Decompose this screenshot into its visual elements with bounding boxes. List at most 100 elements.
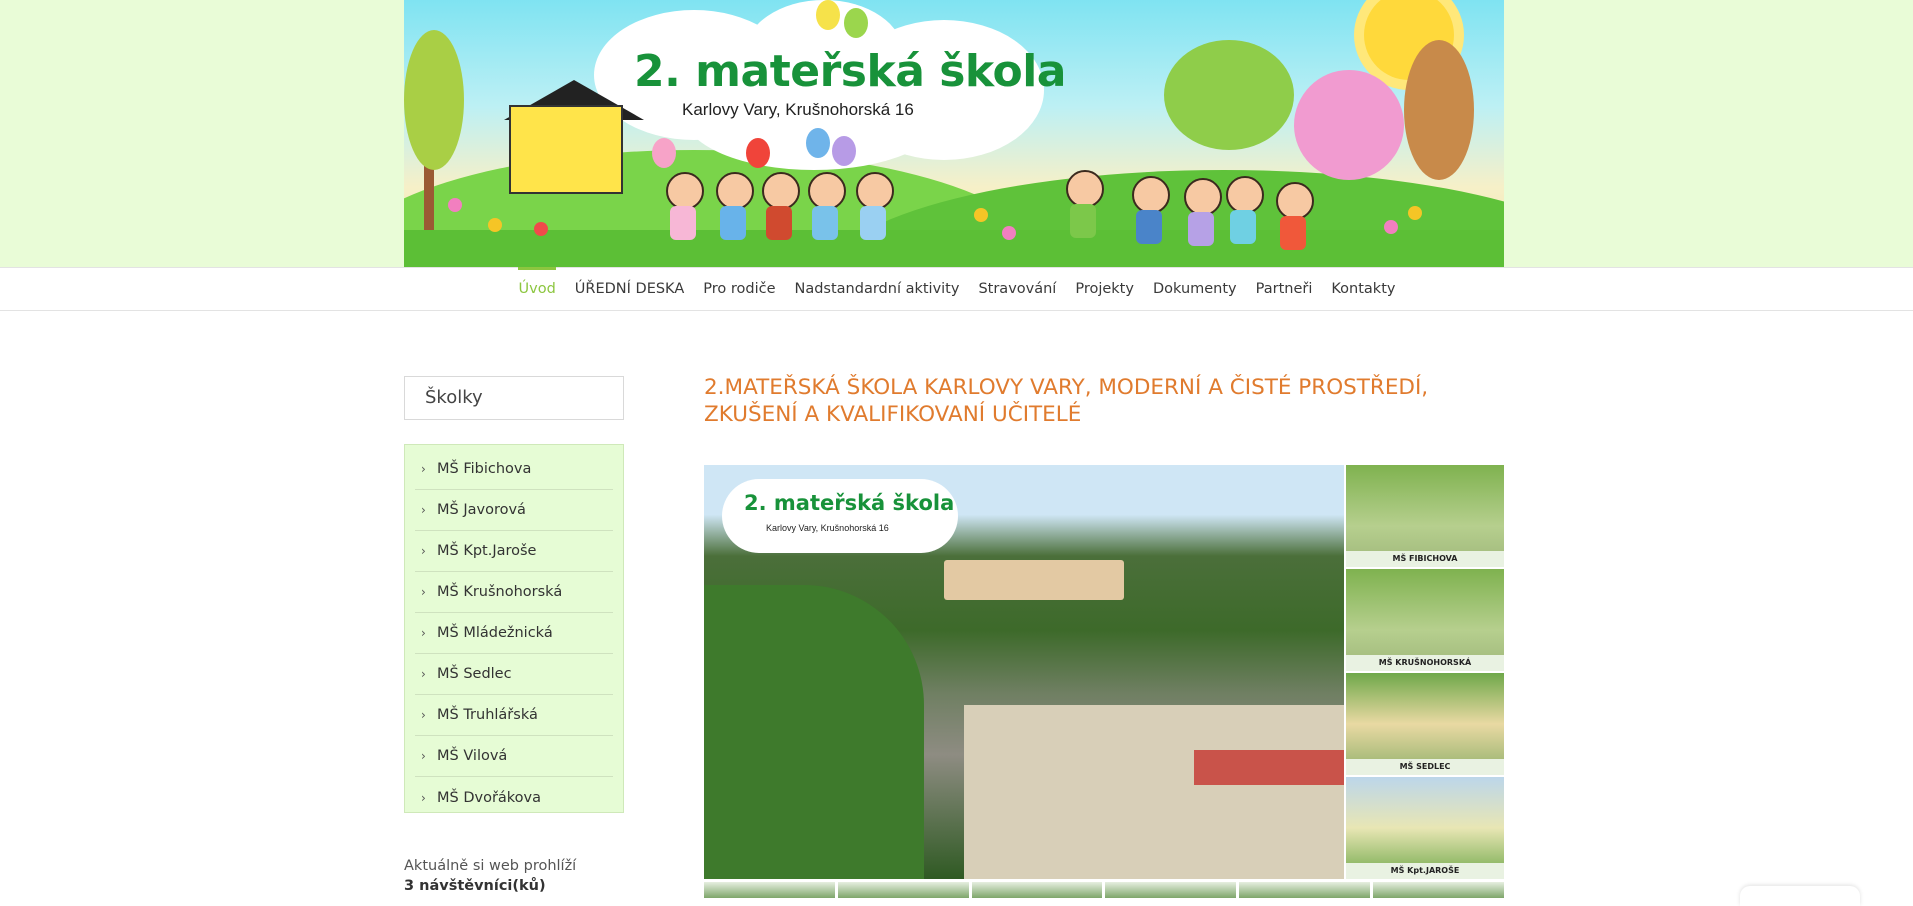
child-icon [1276,182,1314,220]
balloon-icon [832,136,856,166]
sidebar-item-ms-dvorakova[interactable]: › MŠ Dvořákova [415,777,613,818]
tree-icon [1404,40,1474,180]
thumbnail-ms-krusnohorska[interactable]: MŠ KRUŠNOHORSKÁ [1346,569,1504,671]
sidebar-item-ms-fibichova[interactable]: › MŠ Fibichova [415,449,613,490]
flower-icon [488,218,502,232]
sidebar-item-ms-vilova[interactable]: › MŠ Vilová [415,736,613,777]
sidebar-item-ms-javorova[interactable]: › MŠ Javorová [415,490,613,531]
header-banner[interactable]: 2. mateřská škola Karlovy Vary, Krušnoho… [404,0,1504,267]
sidebar-item-label[interactable]: MŠ Fibichova [437,461,531,477]
chevron-right-icon: › [421,667,426,681]
child-icon [670,206,696,240]
child-icon [1136,210,1162,244]
balloon-icon [652,138,676,168]
child-icon [666,172,704,210]
school-thumbnails: MŠ FIBICHOVA MŠ KRUŠNOHORSKÁ MŠ SEDLEC M… [1346,465,1504,879]
visitors-label: Aktuálně si web prohlíží [404,858,577,874]
sidebar-item-label[interactable]: MŠ Sedlec [437,666,512,682]
thumbnail[interactable] [1373,882,1504,898]
balloon-icon [844,8,868,38]
sidebar-item-ms-truhlarska[interactable]: › MŠ Truhlářská [415,695,613,736]
sidebar-item-label[interactable]: MŠ Mládežnická [437,625,553,641]
banner-ground [404,230,1504,267]
child-icon [1070,204,1096,238]
sidebar-item-ms-kpt-jarose[interactable]: › MŠ Kpt.Jaroše [415,531,613,572]
thumbnail-ms-fibichova[interactable]: MŠ FIBICHOVA [1346,465,1504,567]
child-icon [720,206,746,240]
flower-icon [534,222,548,236]
chevron-right-icon: › [421,544,426,558]
child-icon [812,206,838,240]
sidebar-item-label[interactable]: MŠ Truhlářská [437,707,538,723]
child-icon [1066,170,1104,208]
sidebar-title-box: Školky [404,376,624,420]
site-logo-subtitle: Karlovy Vary, Krušnohorská 16 [682,100,914,119]
balloon-icon [746,138,770,168]
nav-item-partneri[interactable]: Partneři [1246,268,1322,310]
nav-item-pro-rodice[interactable]: Pro rodiče [694,268,785,310]
child-icon [1230,210,1256,244]
sidebar-item-label[interactable]: MŠ Vilová [437,748,507,764]
child-icon [1280,216,1306,250]
sidebar-item-label[interactable]: MŠ Kpt.Jaroše [437,543,536,559]
nav-item-projekty[interactable]: Projekty [1066,268,1144,310]
flower-icon [1002,226,1016,240]
thumbnail-ms-sedlec[interactable]: MŠ SEDLEC [1346,673,1504,775]
thumbnail-caption: MŠ FIBICHOVA [1346,551,1504,567]
thumbnail[interactable] [704,882,835,898]
flower-icon [974,208,988,222]
sidebar-item-ms-krusnohorska[interactable]: › MŠ Krušnohorská [415,572,613,613]
chevron-right-icon: › [421,503,426,517]
karlovy-vary-photo[interactable]: 2. mateřská škola Karlovy Vary, Krušnoho… [704,465,1344,879]
sidebar-item-label[interactable]: MŠ Dvořákova [437,790,541,806]
child-icon [860,206,886,240]
nav-item-uvod[interactable]: Úvod [509,267,565,310]
nav-item-stravovani[interactable]: Stravování [969,268,1066,310]
child-icon [1188,212,1214,246]
flower-icon [1408,206,1422,220]
nav-item-uredni-deska[interactable]: ÚŘEDNÍ DESKA [565,268,693,310]
thumbnail[interactable] [1239,882,1371,898]
thumbnail-caption: MŠ Kpt.JAROŠE [1346,863,1504,879]
chevron-right-icon: › [421,708,426,722]
chevron-right-icon: › [421,462,426,476]
chevron-right-icon: › [421,749,426,763]
child-icon [716,172,754,210]
nav-item-kontakty[interactable]: Kontakty [1322,268,1405,310]
sidebar-item-label[interactable]: MŠ Javorová [437,502,526,518]
child-icon [762,172,800,210]
sidebar-item-ms-sedlec[interactable]: › MŠ Sedlec [415,654,613,695]
house-icon [509,105,623,194]
chevron-right-icon: › [421,585,426,599]
flower-icon [1384,220,1398,234]
sidebar-item-ms-mladeznicka[interactable]: › MŠ Mládežnická [415,613,613,654]
photo-logo-title: 2. mateřská škola [744,491,955,515]
corner-widget[interactable] [1740,886,1860,906]
thumbnail-caption: MŠ KRUŠNOHORSKÁ [1346,655,1504,671]
photo-hotel [944,560,1124,600]
tree-icon [1294,70,1404,180]
chevron-right-icon: › [421,790,426,805]
balloon-icon [816,0,840,30]
photo-buildings [964,705,1344,879]
child-icon [856,172,894,210]
thumbnail[interactable] [971,882,1103,898]
bottom-thumbnail-row [704,882,1504,898]
visitors-count: 3 návštěvníci(ků) [404,878,546,894]
nav-item-dokumenty[interactable]: Dokumenty [1143,268,1246,310]
page-title: 2.MATEŘSKÁ ŠKOLA KARLOVY VARY, MODERNÍ A… [704,375,1429,427]
photo-logo-cloud: 2. mateřská škola Karlovy Vary, Krušnoho… [722,479,958,553]
sidebar-school-list: › MŠ Fibichova › MŠ Javorová › MŠ Kpt.Jaroš… [404,444,624,813]
child-icon [1226,176,1264,214]
tree-icon [1164,40,1294,150]
child-icon [766,206,792,240]
sidebar-item-label[interactable]: MŠ Krušnohorská [437,584,562,600]
nav-item-nadstandardni-aktivity[interactable]: Nadstandardní aktivity [785,268,969,310]
thumbnail[interactable] [837,882,969,898]
child-icon [1184,178,1222,216]
child-icon [1132,176,1170,214]
site-logo-title: 2. mateřská škola [634,46,1067,97]
thumbnail-ms-kpt-jarose[interactable]: MŠ Kpt.JAROŠE [1346,777,1504,879]
nav-menu: Úvod ÚŘEDNÍ DESKA Pro rodiče Nadstandard… [509,267,1405,310]
thumbnail[interactable] [1105,882,1237,898]
